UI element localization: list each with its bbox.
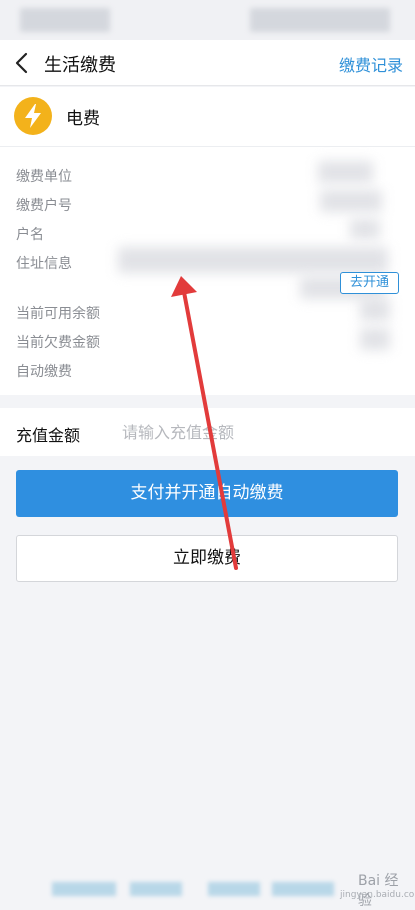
baidu-jingyan-watermark: Bai 经验 jingyan.baidu.com <box>338 864 415 909</box>
bottom-bar-blur <box>52 882 116 896</box>
pay-now-button[interactable]: 立即缴费 <box>16 535 398 582</box>
redacted-value <box>320 190 382 212</box>
bottom-bar-blur <box>272 882 334 896</box>
redacted-value <box>350 219 380 239</box>
bill-type-row: 电费 <box>0 87 415 147</box>
bottom-bar-blur <box>130 882 182 896</box>
status-bar-blur <box>20 8 110 32</box>
balance-label: 当前可用余额 <box>16 306 100 322</box>
bill-type-label: 电费 <box>66 109 100 129</box>
navigation-bar: 生活缴费 缴费记录 <box>0 40 415 86</box>
status-bar-blur <box>250 8 390 32</box>
redacted-value <box>318 161 373 183</box>
autopay-label: 自动缴费 <box>16 364 72 380</box>
recharge-amount-label: 充值金额 <box>16 426 81 445</box>
status-bar <box>0 0 415 40</box>
unit-label: 缴费单位 <box>16 169 72 185</box>
bill-info-card: 电费 缴费单位 缴费户号 户名 住址信息 当前可用余额 当前欠费金额 自动缴费 … <box>0 87 415 395</box>
watermark-subtext: jingyan.baidu.com <box>340 890 415 900</box>
payment-records-link[interactable]: 缴费记录 <box>339 52 403 76</box>
recharge-amount-row: 充值金额 <box>0 408 415 456</box>
page-title: 生活缴费 <box>44 55 116 76</box>
address-label: 住址信息 <box>16 256 72 272</box>
name-label: 户名 <box>16 227 44 243</box>
recharge-amount-input[interactable] <box>122 418 392 446</box>
arrears-label: 当前欠费金额 <box>16 335 100 351</box>
back-button[interactable] <box>10 48 36 78</box>
lightning-bolt-icon <box>14 97 52 135</box>
redacted-value <box>360 328 390 350</box>
redacted-value <box>360 299 390 321</box>
account-label: 缴费户号 <box>16 198 72 214</box>
enable-autopay-button[interactable]: 去开通 <box>340 272 399 294</box>
redacted-value <box>118 247 388 273</box>
bottom-bar-blur <box>208 882 260 896</box>
chevron-left-icon <box>15 52 28 74</box>
pay-and-enable-autopay-button[interactable]: 支付并开通自动缴费 <box>16 470 398 517</box>
